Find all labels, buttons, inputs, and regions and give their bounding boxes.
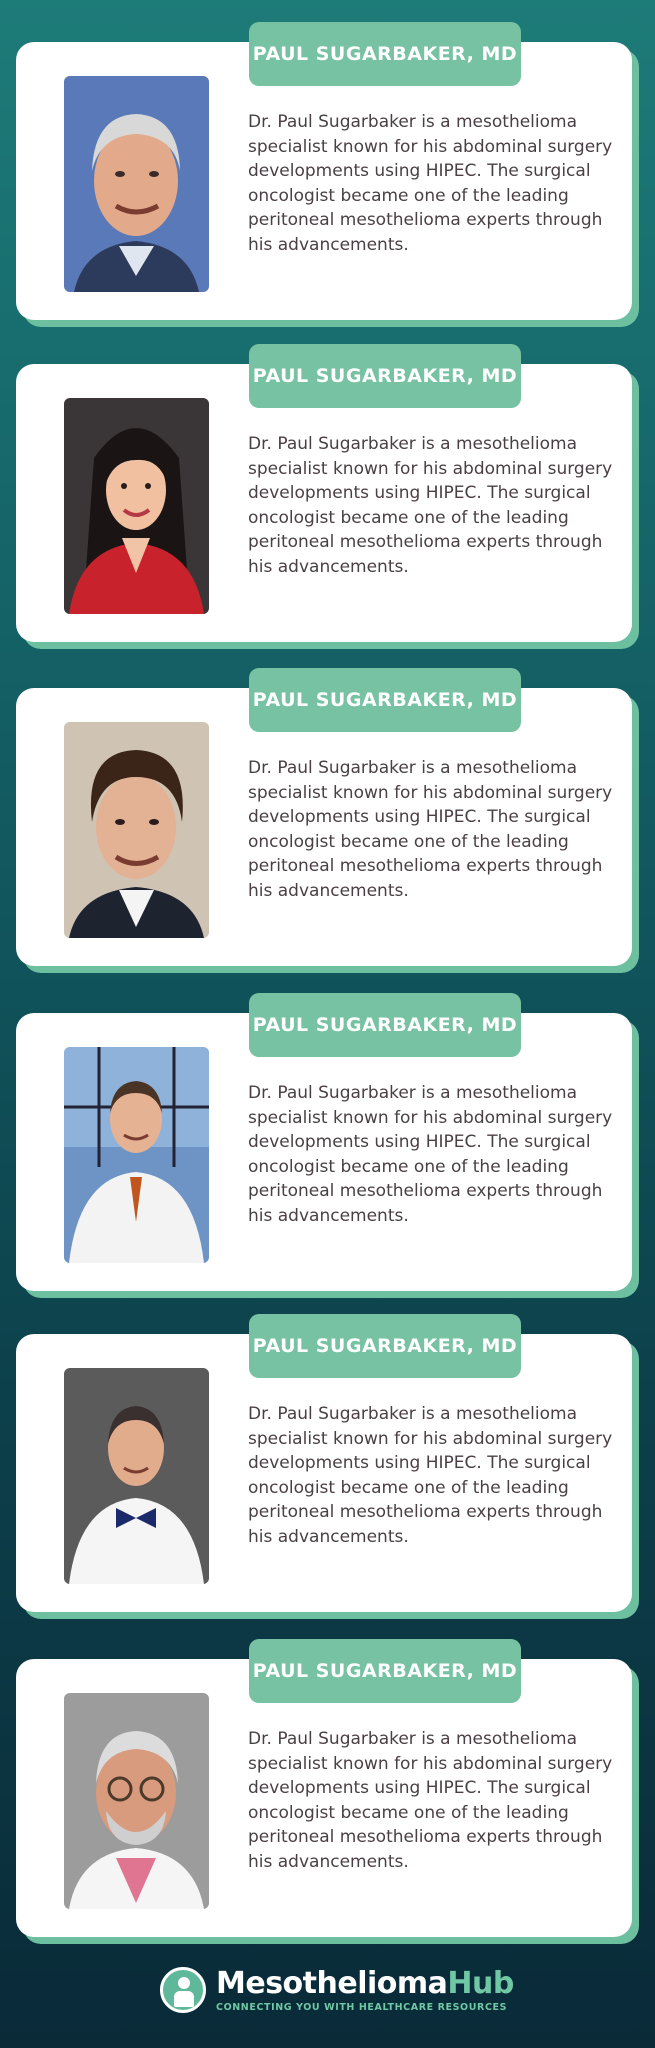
mesothelioma-hub-logo[interactable]: MesotheliomaHub CONNECTING YOU WITH HEAL… (160, 1960, 514, 2020)
doctor-name-badge: PAUL SUGARBAKER, MD (249, 22, 521, 86)
doctor-card: PAUL SUGARBAKER, MD Dr. Paul Sugarbaker … (16, 1314, 632, 1612)
doctor-name-badge: PAUL SUGARBAKER, MD (249, 1639, 521, 1703)
doctor-card: PAUL SUGARBAKER, MD Dr. Paul Sugarbaker … (16, 1639, 632, 1937)
doctor-photo (64, 722, 209, 938)
doctor-card: PAUL SUGARBAKER, MD Dr. Paul Sugarbaker … (16, 22, 632, 320)
logo-name: MesotheliomaHub (216, 1965, 514, 2001)
doctor-photo (64, 398, 209, 614)
doctor-photo (64, 76, 209, 292)
doctor-bio: Dr. Paul Sugarbaker is a mesothelioma sp… (248, 1083, 613, 1226)
person-icon (160, 1967, 206, 2013)
doctor-photo (64, 1693, 209, 1909)
doctor-name-badge: PAUL SUGARBAKER, MD (249, 1314, 521, 1378)
doctor-bio: Dr. Paul Sugarbaker is a mesothelioma sp… (248, 1404, 613, 1547)
doctor-bio: Dr. Paul Sugarbaker is a mesothelioma sp… (248, 112, 613, 255)
doctor-card: PAUL SUGARBAKER, MD Dr. Paul Sugarbaker … (16, 993, 632, 1291)
doctor-photo (64, 1368, 209, 1584)
doctor-name-badge: PAUL SUGARBAKER, MD (249, 668, 521, 732)
logo-tagline: CONNECTING YOU WITH HEALTHCARE RESOURCES (216, 2001, 508, 2013)
doctor-bio: Dr. Paul Sugarbaker is a mesothelioma sp… (248, 758, 613, 901)
doctor-card: PAUL SUGARBAKER, MD Dr. Paul Sugarbaker … (16, 344, 632, 642)
doctor-name-badge: PAUL SUGARBAKER, MD (249, 993, 521, 1057)
doctor-photo (64, 1047, 209, 1263)
logo-text: MesotheliomaHub CONNECTING YOU WITH HEAL… (216, 1965, 514, 2013)
doctor-bio: Dr. Paul Sugarbaker is a mesothelioma sp… (248, 434, 613, 577)
logo-name-part-b: Hub (447, 1965, 514, 2001)
doctor-card: PAUL SUGARBAKER, MD Dr. Paul Sugarbaker … (16, 668, 632, 966)
doctor-bio: Dr. Paul Sugarbaker is a mesothelioma sp… (248, 1729, 613, 1872)
logo-name-part-a: Mesothelioma (216, 1965, 448, 2001)
doctor-name-badge: PAUL SUGARBAKER, MD (249, 344, 521, 408)
